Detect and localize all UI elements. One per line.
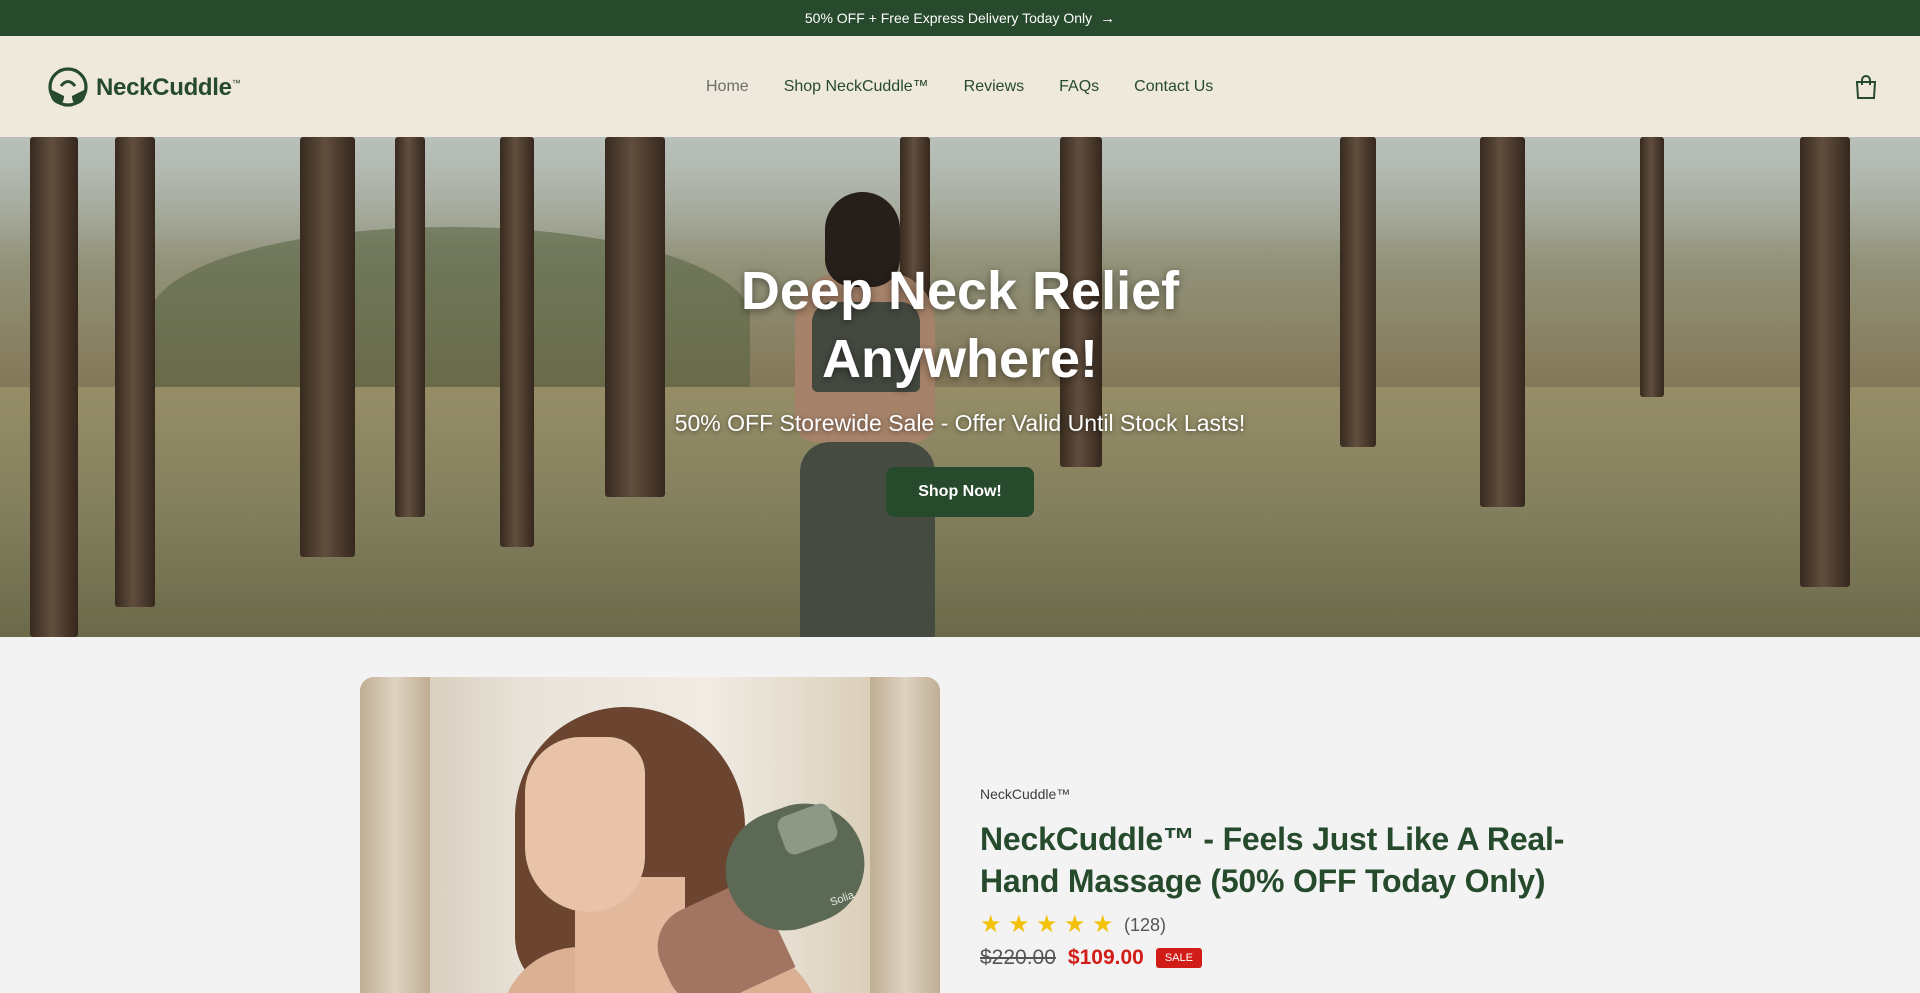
hero-subtitle: 50% OFF Storewide Sale - Offer Valid Unt… [674,410,1246,436]
star-icon: ★ [1036,911,1058,938]
neckcuddle-logo-icon [48,67,88,107]
announcement-text: 50% OFF + Free Express Delivery Today On… [804,10,1093,26]
review-count: (128) [1124,914,1167,935]
trademark-mark: ™ [231,78,241,88]
price-row: $220.00 $109.00 SALE [980,946,1580,970]
hero-banner: Deep Neck Relief Anywhere! 50% OFF Store… [0,137,1920,637]
hero-title: Deep Neck Relief Anywhere! [740,261,1180,389]
product-vendor: NeckCuddle™ [980,786,1071,802]
nav-item-reviews[interactable]: Reviews [964,78,1024,96]
nav-item-contact[interactable]: Contact Us [1134,78,1213,96]
main-nav: Home Shop NeckCuddle™ Reviews FAQs Conta… [706,36,1213,137]
logo[interactable]: NeckCuddle™ [44,66,241,110]
nav-item-home[interactable]: Home [706,78,749,96]
star-icon: ★ [980,911,1002,938]
product-title: NeckCuddle™ - Feels Just Like A Real-Han… [980,821,1565,899]
product-image[interactable]: Solia [360,677,940,993]
brand-name: NeckCuddle [96,74,232,101]
star-icon: ★ [1008,911,1030,938]
site-header: NeckCuddle™ Home Shop NeckCuddle™ Review… [0,36,1920,137]
sale-badge: SALE [1155,948,1202,968]
product-rating[interactable]: ★ ★ ★ ★ ★ (128) [980,911,1580,938]
arrow-right-icon: → [1100,9,1116,27]
announcement-bar[interactable]: 50% OFF + Free Express Delivery Today On… [0,0,1920,36]
compare-at-price: $220.00 [980,946,1056,969]
sale-price: $109.00 [1067,946,1144,969]
shopping-bag-icon [1855,75,1877,99]
nav-item-shop[interactable]: Shop NeckCuddle™ [784,78,929,96]
star-icon: ★ [1092,911,1114,938]
star-icon: ★ [1064,911,1086,938]
shop-now-button[interactable]: Shop Now! [886,467,1034,517]
nav-item-faqs[interactable]: FAQs [1059,78,1099,96]
cart-button[interactable] [1854,74,1880,100]
product-info: NeckCuddle™ NeckCuddle™ - Feels Just Lik… [980,786,1580,970]
